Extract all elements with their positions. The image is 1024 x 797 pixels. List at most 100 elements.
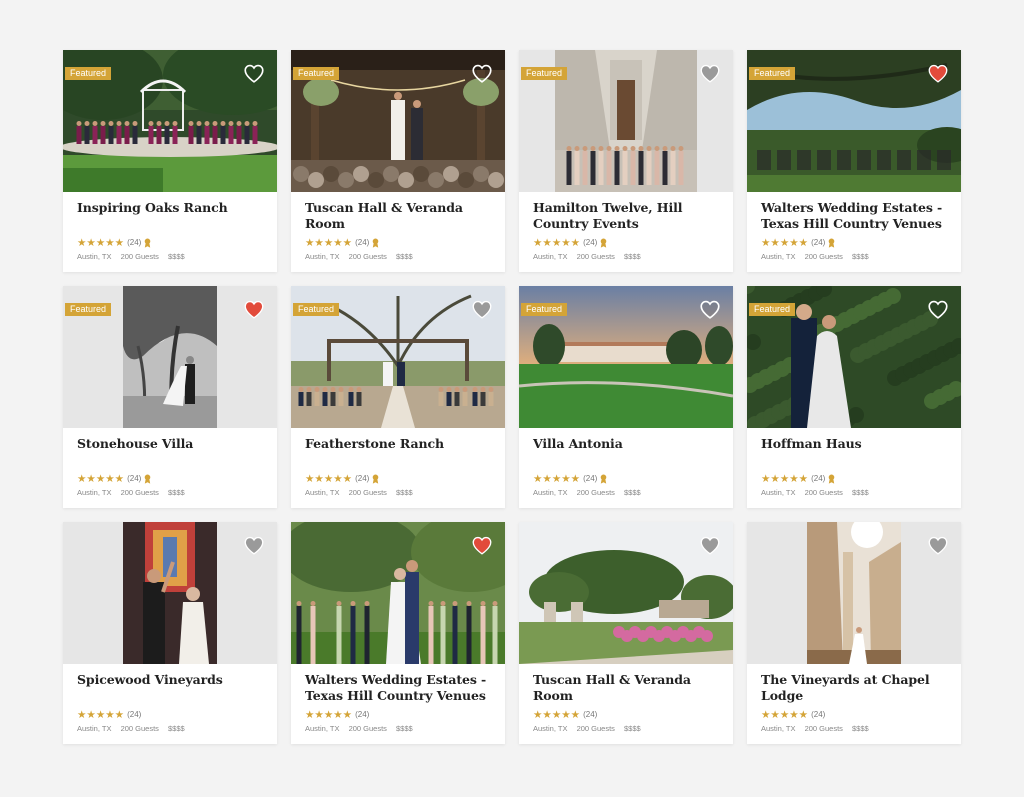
venue-photo-image [123,522,217,664]
venue-photo[interactable] [519,522,733,664]
venue-title[interactable]: Hamilton Twelve, Hill Country Events [533,200,719,234]
venue-title[interactable]: Tuscan Hall & Veranda Room [533,672,719,706]
star-icon: ★★★★★ [77,473,125,485]
venue-title[interactable]: Walters Wedding Estates - Texas Hill Cou… [761,200,947,234]
favorite-button[interactable] [928,300,948,319]
venue-card[interactable]: Featured Walters Wedding Estates - Texas… [747,50,961,272]
venue-rating: ★★★★★ (24) [533,237,719,249]
heart-icon [472,300,492,319]
review-count: (24) [127,238,142,247]
venue-meta: Austin, TX 200 Guests $$$$ [761,251,947,263]
favorite-button[interactable] [928,64,948,83]
venue-meta: Austin, TX 200 Guests $$$$ [761,487,947,499]
venue-card[interactable]: Featured Hamilton Twelve, Hill Country E… [519,50,733,272]
heart-icon [700,536,720,555]
venue-capacity: 200 Guests [804,488,843,497]
venue-card[interactable]: Featured Tuscan Hall & Veranda Room ★★★★… [291,50,505,272]
venue-title[interactable]: Villa Antonia [533,436,719,470]
venue-capacity: 200 Guests [804,252,843,261]
venue-card[interactable]: The Vineyards at Chapel Lodge ★★★★★ (24)… [747,522,961,744]
venue-location: Austin, TX [533,252,568,261]
venue-photo[interactable]: Featured [519,50,733,192]
venue-location: Austin, TX [305,724,340,733]
favorite-button[interactable] [700,536,720,555]
venue-card[interactable]: Featured Inspiring Oaks Ranch ★★★★★ (24)… [63,50,277,272]
venue-location: Austin, TX [305,252,340,261]
venue-photo[interactable]: Featured [747,50,961,192]
review-count: (24) [355,474,370,483]
favorite-button[interactable] [700,64,720,83]
favorite-button[interactable] [244,300,264,319]
favorite-button[interactable] [472,300,492,319]
venue-title[interactable]: Tuscan Hall & Veranda Room [305,200,491,234]
venue-capacity: 200 Guests [576,252,615,261]
featured-badge: Featured [749,67,796,80]
favorite-button[interactable] [700,300,720,319]
venue-price: $$$$ [624,488,641,497]
venue-photo[interactable]: Featured [747,286,961,428]
heart-icon [472,536,492,555]
venue-rating: ★★★★★ (24) [533,473,719,485]
venue-card[interactable]: Featured Stonehouse Villa ★★★★★ (24) Aus… [63,286,277,508]
venue-title[interactable]: Inspiring Oaks Ranch [77,200,263,234]
venue-card[interactable]: Featured Featherstone Ranch ★★★★★ (24) A… [291,286,505,508]
venue-info: The Vineyards at Chapel Lodge ★★★★★ (24)… [747,664,961,735]
venue-title[interactable]: The Vineyards at Chapel Lodge [761,672,947,706]
venue-card[interactable]: Spicewood Vineyards ★★★★★ (24) Austin, T… [63,522,277,744]
venue-title[interactable]: Featherstone Ranch [305,436,491,470]
venue-photo[interactable]: Featured [291,50,505,192]
venue-capacity: 200 Guests [804,724,843,733]
review-count: (24) [583,238,598,247]
award-ribbon-icon [828,474,835,484]
venue-photo[interactable]: Featured [63,286,277,428]
venue-card[interactable]: Featured Hoffman Haus ★★★★★ (24) Austin,… [747,286,961,508]
star-icon: ★★★★★ [305,709,353,721]
favorite-button[interactable] [244,536,264,555]
venue-card[interactable]: Walters Wedding Estates - Texas Hill Cou… [291,522,505,744]
heart-icon [244,64,264,83]
venue-photo-image [555,50,697,192]
venue-capacity: 200 Guests [120,724,159,733]
venue-location: Austin, TX [761,252,796,261]
venue-price: $$$$ [396,724,413,733]
venue-info: Featherstone Ranch ★★★★★ (24) Austin, TX… [291,428,505,499]
venue-price: $$$$ [852,488,869,497]
venue-photo[interactable]: Featured [519,286,733,428]
venue-title[interactable]: Stonehouse Villa [77,436,263,470]
award-ribbon-icon [372,238,379,248]
venue-title[interactable]: Walters Wedding Estates - Texas Hill Cou… [305,672,491,706]
award-ribbon-icon [600,238,607,248]
favorite-button[interactable] [472,64,492,83]
venue-meta: Austin, TX 200 Guests $$$$ [533,251,719,263]
venue-price: $$$$ [396,252,413,261]
venue-meta: Austin, TX 200 Guests $$$$ [77,487,263,499]
star-icon: ★★★★★ [761,237,809,249]
venue-card[interactable]: Featured Villa Antonia ★★★★★ (24) Austin… [519,286,733,508]
star-icon: ★★★★★ [761,709,809,721]
star-icon: ★★★★★ [305,473,353,485]
favorite-button[interactable] [928,536,948,555]
venue-photo[interactable] [63,522,277,664]
venue-title[interactable]: Spicewood Vineyards [77,672,263,706]
venue-price: $$$$ [168,724,185,733]
star-icon: ★★★★★ [305,237,353,249]
venue-photo[interactable]: Featured [63,50,277,192]
venue-info: Spicewood Vineyards ★★★★★ (24) Austin, T… [63,664,277,735]
venue-photo[interactable] [747,522,961,664]
favorite-button[interactable] [472,536,492,555]
venue-location: Austin, TX [305,488,340,497]
review-count: (24) [811,238,826,247]
venue-rating: ★★★★★ (24) [77,709,263,721]
venue-title[interactable]: Hoffman Haus [761,436,947,470]
venue-info: Hoffman Haus ★★★★★ (24) Austin, TX 200 G… [747,428,961,499]
venue-photo[interactable]: Featured [291,286,505,428]
venue-capacity: 200 Guests [348,724,387,733]
venue-card[interactable]: Tuscan Hall & Veranda Room ★★★★★ (24) Au… [519,522,733,744]
venue-price: $$$$ [624,252,641,261]
venue-price: $$$$ [168,252,185,261]
heart-icon [244,300,264,319]
venue-capacity: 200 Guests [576,488,615,497]
venue-photo[interactable] [291,522,505,664]
favorite-button[interactable] [244,64,264,83]
venue-price: $$$$ [168,488,185,497]
